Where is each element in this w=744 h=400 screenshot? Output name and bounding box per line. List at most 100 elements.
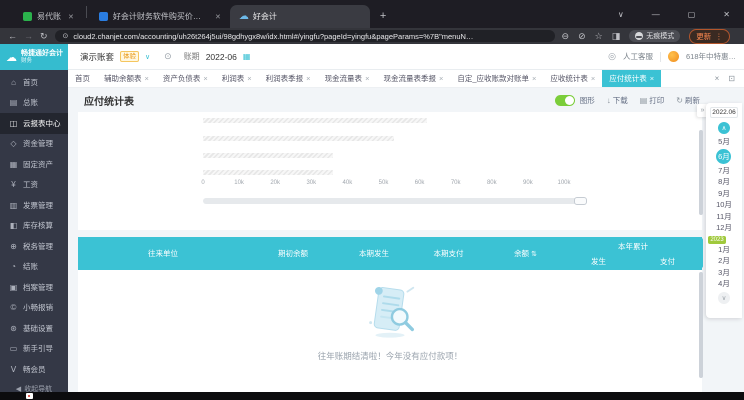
month-item[interactable]: 3月 <box>718 267 730 279</box>
close-all-tabs-icon[interactable]: × <box>715 74 720 83</box>
close-button[interactable]: ✕ <box>709 0 744 28</box>
sidebar-item-ledger[interactable]: ▤ 总账 <box>0 93 68 114</box>
zoom-out-icon[interactable]: ⊖ <box>562 31 570 42</box>
month-item[interactable]: 8月 <box>718 176 730 188</box>
tab-close-icon[interactable]: ✕ <box>68 13 74 21</box>
chart-toggle[interactable] <box>554 94 575 106</box>
tab-close-icon[interactable]: × <box>365 74 369 83</box>
account-dropdown-icon[interactable]: ∨ <box>145 53 150 61</box>
menu-dots-icon[interactable]: ⋮ <box>715 32 723 41</box>
report-tab[interactable]: 资产负债表 × <box>156 70 215 87</box>
report-tab[interactable]: 首页 <box>68 70 97 87</box>
sidebar-item-membership[interactable]: Ⅴ 畅会员 <box>0 359 68 380</box>
tab-close-icon[interactable]: × <box>650 74 654 83</box>
support-label[interactable]: 人工客服 <box>623 51 653 62</box>
sidebar-item-fixed-assets[interactable]: ▦ 固定资产 <box>0 154 68 175</box>
logo-subtitle: 财务 <box>21 57 33 64</box>
browser-tab[interactable]: 易代账 ✕ <box>14 5 83 28</box>
new-tab-button[interactable]: + <box>380 10 386 22</box>
sidebar-item-payroll[interactable]: ¥ 工资 <box>0 175 68 196</box>
report-tab[interactable]: 应收统计表 × <box>543 70 602 87</box>
url-text[interactable]: cloud2.chanjet.com/accounting/uh26t264j5… <box>73 32 473 41</box>
forward-icon[interactable]: → <box>24 31 33 41</box>
tab-close-icon[interactable]: × <box>203 74 207 83</box>
browser-tab[interactable]: ☁ 好会计 <box>229 5 370 28</box>
print-button[interactable]: ▤ 打印 <box>640 95 665 106</box>
maximize-button[interactable]: ▢ <box>674 0 710 28</box>
back-icon[interactable]: ← <box>8 31 17 41</box>
table-column-header[interactable]: 余额 ⇅ <box>487 237 564 270</box>
year-badge: 2023 <box>708 235 726 244</box>
browser-tab[interactable]: 好会计财务软件购买价格页 ✕ <box>90 5 230 28</box>
period-value[interactable]: 2022-06 <box>206 52 237 62</box>
content-scrollbar-thumb[interactable] <box>699 130 703 215</box>
report-tab[interactable]: 现金流量表季报 × <box>376 70 450 87</box>
membership-icon: Ⅴ <box>10 364 17 374</box>
scroll-down-button[interactable]: ∨ <box>718 291 730 304</box>
report-tab[interactable]: 利润表季报 × <box>259 70 318 87</box>
month-item[interactable]: 4月 <box>718 278 730 290</box>
reload-icon[interactable]: ↻ <box>40 31 48 41</box>
browser-tab-title: 好会计财务软件购买价格页 <box>112 12 208 21</box>
account-settings-icon[interactable]: ⊙ <box>164 51 172 62</box>
current-period[interactable]: 2022.06 <box>710 107 738 118</box>
tab-close-icon[interactable]: × <box>306 74 310 83</box>
scrollbar-accent[interactable] <box>699 238 703 268</box>
month-item[interactable]: 9月 <box>718 188 730 200</box>
scroll-up-button[interactable]: ∧ <box>718 122 730 134</box>
print-icon: ▤ <box>639 95 648 105</box>
report-tab[interactable]: 自定_应收账款对账单 × <box>450 70 543 87</box>
month-item[interactable]: 1月 <box>718 244 730 256</box>
report-tab-label: 自定_应收账款对账单 <box>457 74 530 83</box>
calendar-icon[interactable]: ▦ <box>243 52 251 61</box>
sidebar-item-guide[interactable]: ▭ 新手引导 <box>0 339 68 360</box>
eye-off-icon[interactable]: ⊘ <box>578 31 586 42</box>
sidebar-item-tax[interactable]: ⊕ 税务管理 <box>0 236 68 257</box>
address-bar[interactable]: ⊙ cloud2.chanjet.com/accounting/uh26t264… <box>54 30 555 42</box>
report-tab[interactable]: 现金流量表 × <box>318 70 377 87</box>
month-item[interactable]: 5月 <box>718 136 730 148</box>
month-item[interactable]: 11月 <box>716 211 731 223</box>
report-tab[interactable]: 应付统计表 × <box>602 70 662 87</box>
tab-close-icon[interactable]: × <box>439 74 443 83</box>
account-set-name[interactable]: 演示账套 <box>80 51 114 63</box>
month-item[interactable]: 10月 <box>716 199 732 211</box>
report-tab[interactable]: 辅助余额表 × <box>97 70 156 87</box>
sidebar-item-closing[interactable]: ◔ 结账 <box>0 257 68 278</box>
month-item[interactable]: 2月 <box>718 255 730 267</box>
tab-close-icon[interactable]: × <box>591 74 595 83</box>
side-panel-icon[interactable]: ◨ <box>612 31 621 42</box>
report-tab[interactable]: 利润表 × <box>215 70 259 87</box>
sidebar-item-invoice[interactable]: ▥ 发票管理 <box>0 195 68 216</box>
browser-update-button[interactable]: 更新 ⋮ <box>689 28 730 44</box>
promo-mascot-icon[interactable] <box>667 51 679 62</box>
tab-close-icon[interactable]: × <box>145 74 149 83</box>
chart-datazoom-track[interactable] <box>203 197 587 205</box>
sidebar-item-home[interactable]: ⌂ 首页 <box>0 72 68 93</box>
sidebar-item-report-center[interactable]: ◫ 云报表中心 <box>0 113 68 134</box>
sidebar-item-expense[interactable]: © 小畅报销 <box>0 298 68 319</box>
sidebar-item-archives[interactable]: ▣ 档案管理 <box>0 277 68 298</box>
month-item[interactable]: 7月 <box>718 165 730 177</box>
tab-close-icon[interactable]: × <box>532 74 536 83</box>
tab-close-icon[interactable]: ✕ <box>215 13 221 21</box>
promo-text[interactable]: 618年中特惠… <box>686 51 736 62</box>
trial-badge: 体验 <box>120 51 140 62</box>
lock-icon[interactable]: ⊙ <box>63 32 69 40</box>
tab-close-icon[interactable]: × <box>247 74 251 83</box>
chart-datazoom-thumb[interactable] <box>574 197 587 205</box>
minimize-button[interactable]: — <box>638 0 674 28</box>
support-icon[interactable]: ◎ <box>608 51 616 62</box>
bookmark-icon[interactable]: ☆ <box>595 31 603 42</box>
sidebar-item-funds[interactable]: ◇ 资金管理 <box>0 134 68 155</box>
tab-search-icon[interactable]: ∨ <box>604 0 638 28</box>
sort-icon[interactable]: ⇅ <box>531 250 537 258</box>
month-item[interactable]: 6月 <box>716 148 732 164</box>
download-button[interactable]: ↓ 下载 <box>607 95 628 106</box>
panel-scrollbar-thumb[interactable] <box>699 272 703 378</box>
sidebar-item-inventory[interactable]: ◧ 库存核算 <box>0 216 68 237</box>
taskbar-app-icon[interactable] <box>26 393 33 399</box>
fullscreen-icon[interactable]: ⊡ <box>728 74 735 83</box>
month-item[interactable]: 12月 <box>716 222 732 234</box>
sidebar-item-settings[interactable]: ⊛ 基础设置 <box>0 318 68 339</box>
